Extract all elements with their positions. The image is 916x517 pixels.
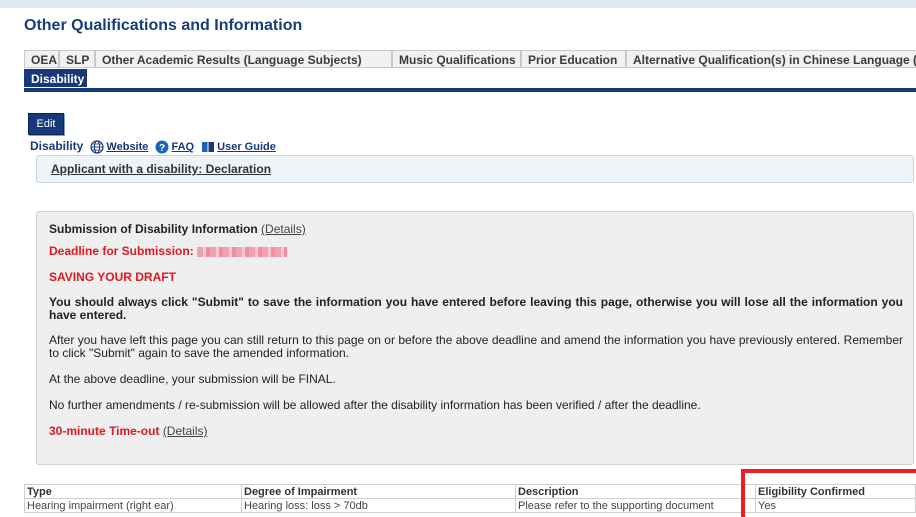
timeout-details-link[interactable]: (Details): [163, 424, 208, 438]
faq-link[interactable]: FAQ: [171, 141, 194, 153]
no-amendment-note: No further amendments / re-submission wi…: [49, 398, 701, 412]
window-top-edge: [0, 0, 916, 8]
globe-icon: [90, 140, 105, 154]
website-link[interactable]: Website: [106, 141, 148, 153]
timeout-label: 30-minute Time-out: [49, 424, 160, 438]
tab-slp[interactable]: SLP: [59, 50, 95, 68]
declaration-link[interactable]: Applicant with a disability: Declaration: [51, 162, 271, 176]
return-note: After you have left this page you can st…: [49, 333, 903, 360]
column-header-description: Description: [515, 484, 756, 499]
deadline-label: Deadline for Submission:: [49, 244, 194, 258]
final-note: At the above deadline, your submission w…: [49, 372, 336, 386]
column-header-type: Type: [24, 484, 242, 499]
page-container: Other Qualifications and Information OEA…: [18, 8, 916, 517]
book-icon: [201, 140, 215, 154]
highlight-box: [741, 469, 916, 517]
details-link[interactable]: (Details): [261, 222, 306, 236]
deadline-line: Deadline for Submission:: [49, 244, 288, 258]
redacted-deadline: [197, 246, 288, 257]
tab-oea[interactable]: OEA: [24, 50, 59, 68]
declaration-panel: Applicant with a disability: Declaration: [36, 155, 914, 183]
user-guide-link[interactable]: User Guide: [217, 141, 276, 153]
section-label: Disability: [30, 139, 84, 153]
column-header-degree: Degree of Impairment: [241, 484, 516, 499]
page-title: Other Qualifications and Information: [24, 17, 303, 34]
submit-warning: You should always click "Submit" to save…: [49, 295, 903, 322]
saving-draft-heading: SAVING YOUR DRAFT: [49, 270, 176, 284]
tab-alternative-qualifications[interactable]: Alternative Qualification(s) in Chinese …: [626, 50, 916, 68]
edit-button[interactable]: Edit: [28, 113, 64, 135]
tab-music-qualifications[interactable]: Music Qualifications: [392, 50, 521, 68]
cell-description: Please refer to the supporting document: [515, 498, 756, 513]
tab-prior-education[interactable]: Prior Education: [521, 50, 626, 68]
svg-text:?: ?: [159, 143, 165, 154]
info-heading: Submission of Disability Information: [49, 222, 258, 236]
submission-info-panel: Submission of Disability Information (De…: [36, 211, 914, 465]
cell-degree: Hearing loss: loss > 70db: [241, 498, 516, 513]
tab-disability[interactable]: Disability: [24, 69, 87, 87]
cell-type: Hearing impairment (right ear): [24, 498, 242, 513]
help-icon: ?: [155, 140, 169, 154]
section-subnav: Disability Website ? FAQ User Guide: [30, 138, 276, 154]
tab-other-academic-results[interactable]: Other Academic Results (Language Subject…: [95, 50, 392, 68]
timeout-line: 30-minute Time-out (Details): [49, 425, 207, 438]
info-heading-line: Submission of Disability Information (De…: [49, 223, 306, 236]
tab-divider: [24, 88, 916, 92]
